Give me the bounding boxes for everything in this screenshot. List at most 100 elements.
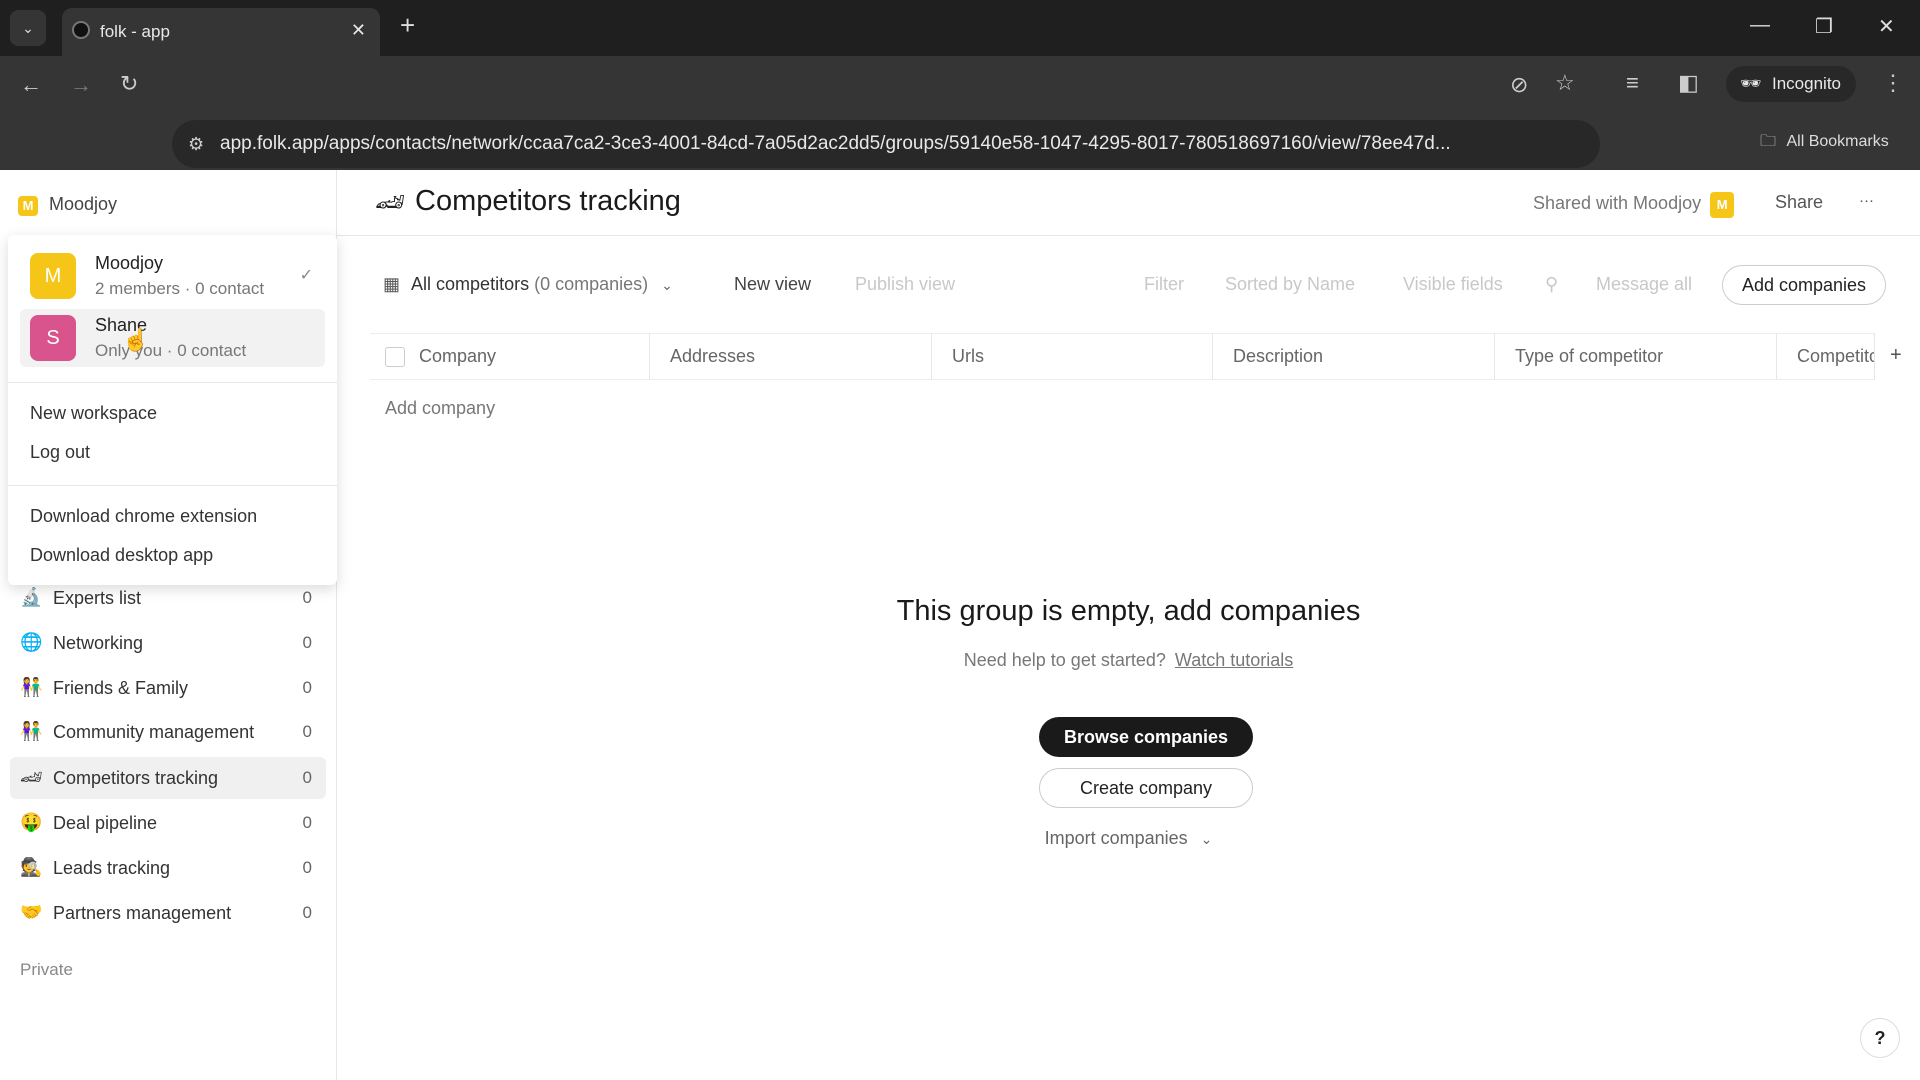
workspace-avatar: S	[30, 315, 76, 361]
view-selector[interactable]: ▦ All competitors (0 companies) ⌄	[383, 274, 673, 295]
sidebar-item-community-management[interactable]: 👫 Community management 0	[10, 711, 326, 753]
column-addresses[interactable]: Addresses	[650, 333, 932, 380]
minimize-icon[interactable]: —	[1750, 14, 1770, 37]
column-label: Company	[419, 346, 497, 366]
sidebar-item-label: Deal pipeline	[53, 813, 158, 833]
watch-tutorials-link[interactable]: Watch tutorials	[1175, 650, 1293, 670]
sidebar-item-label: Partners management	[53, 903, 232, 923]
message-all-button[interactable]: Message all	[1596, 274, 1692, 295]
help-text: Need help to get started?	[963, 650, 1166, 670]
create-company-button[interactable]: Create company	[1039, 768, 1253, 808]
download-desktop-item[interactable]: Download desktop app	[30, 545, 213, 566]
empty-state-help: Need help to get started? Watch tutorial…	[337, 650, 1920, 671]
back-icon[interactable]: ←	[20, 72, 42, 98]
sidebar-item-label: Leads tracking	[53, 858, 171, 878]
filter-button[interactable]: Filter	[1144, 274, 1184, 295]
workspace-menu: M Moodjoy 2 members · 0 contact ✓ S Shan…	[8, 235, 337, 585]
sidebar-item-competitors-tracking[interactable]: 🏎 Competitors tracking 0	[10, 757, 326, 799]
browser-tab[interactable]: folk - app ✕	[62, 8, 380, 56]
menu-dots-icon[interactable]: ⋮	[1882, 70, 1904, 96]
column-competitor[interactable]: Competito	[1777, 333, 1875, 380]
add-column-icon[interactable]: +	[1890, 344, 1902, 367]
all-bookmarks[interactable]: 🗀 All Bookmarks	[1760, 130, 1889, 157]
chevron-down-icon: ⌄	[661, 277, 673, 293]
sidebar-item-friends-family[interactable]: 👫 Friends & Family 0	[10, 667, 326, 709]
handshake-icon: 🤝	[20, 902, 43, 922]
sidebar-item-label: Friends & Family	[53, 678, 189, 698]
tab-title: folk - app	[100, 22, 170, 41]
sidebar-item-count: 0	[302, 903, 312, 922]
empty-state-title: This group is empty, add companies	[896, 595, 1361, 627]
new-tab-icon[interactable]: +	[400, 10, 415, 41]
column-label: Type of competitor	[1515, 346, 1664, 366]
workspace-option-shane[interactable]: S Shane Only you · 0 contact ☝	[20, 309, 325, 367]
incognito-badge[interactable]: 🕶 Incognito	[1726, 66, 1856, 102]
people-icon: 👫	[20, 721, 43, 741]
sidebar-item-label: Networking	[53, 633, 144, 653]
bookmark-star-icon[interactable]: ☆	[1555, 70, 1575, 96]
sidebar-item-label: Experts list	[53, 588, 142, 608]
sidebar-item-partners-management[interactable]: 🤝 Partners management 0	[10, 892, 326, 934]
log-out-item[interactable]: Log out	[30, 442, 90, 463]
column-urls[interactable]: Urls	[932, 333, 1213, 380]
visible-fields-button[interactable]: Visible fields	[1403, 274, 1503, 295]
search-icon[interactable]: ⚲	[1545, 274, 1558, 295]
sort-button[interactable]: Sorted by Name	[1225, 274, 1355, 295]
race-car-icon: 🏎	[20, 767, 43, 787]
column-type-of-competitor[interactable]: Type of competitor	[1495, 333, 1777, 380]
publish-view-button[interactable]: Publish view	[855, 274, 955, 295]
microscope-icon: 🔬	[20, 587, 43, 607]
add-company-row[interactable]: Add company	[385, 398, 495, 419]
table-icon: ▦	[383, 274, 401, 294]
column-description[interactable]: Description	[1213, 333, 1495, 380]
bookmarks-label: All Bookmarks	[1786, 133, 1889, 150]
address-bar[interactable]: ⚙ app.folk.app/apps/contacts/network/cca…	[172, 120, 1600, 168]
workspace-switcher[interactable]: M Moodjoy	[18, 194, 117, 216]
shared-with-label: Shared with Moodjoy	[1533, 193, 1702, 213]
side-panel-icon[interactable]: ◧	[1678, 70, 1699, 96]
menu-divider	[8, 382, 337, 383]
help-button[interactable]: ?	[1860, 1018, 1900, 1058]
shared-with[interactable]: Shared with Moodjoy M	[1533, 192, 1735, 218]
sidebar-item-deal-pipeline[interactable]: 🤑 Deal pipeline 0	[10, 802, 326, 844]
restore-icon[interactable]: ❐	[1815, 14, 1833, 39]
share-button[interactable]: Share	[1775, 192, 1823, 213]
chevron-down-icon: ⌄	[1200, 831, 1213, 847]
page-header: 🏎 Competitors tracking Shared with Moodj…	[337, 170, 1920, 236]
reload-icon[interactable]: ↻	[120, 71, 138, 97]
media-icon[interactable]: ≡	[1626, 70, 1639, 96]
sidebar-item-leads-tracking[interactable]: 🕵 Leads tracking 0	[10, 847, 326, 889]
view-name: All competitors	[411, 274, 530, 294]
column-label: Urls	[952, 346, 984, 366]
private-section-label: Private	[20, 960, 73, 979]
workspace-avatar: M	[30, 253, 76, 299]
workspace-subtitle: 2 members · 0 contact	[95, 279, 265, 298]
sidebar-item-networking[interactable]: 🌐 Networking 0	[10, 622, 326, 664]
close-tab-icon[interactable]: ✕	[351, 20, 366, 41]
add-companies-button[interactable]: Add companies	[1722, 265, 1886, 305]
column-label: Description	[1233, 346, 1324, 366]
sidebar-item-count: 0	[302, 768, 312, 787]
sidebar-item-count: 0	[302, 678, 312, 697]
tab-list-button[interactable]: ⌄	[10, 10, 46, 46]
new-workspace-item[interactable]: New workspace	[30, 403, 157, 424]
site-info-icon[interactable]: ⚙	[188, 120, 204, 168]
browser-toolbar: ← → ↻ ⚙ app.folk.app/apps/contacts/netwo…	[0, 56, 1920, 170]
eye-off-icon[interactable]: ⊘	[1510, 72, 1528, 98]
forward-icon[interactable]: →	[70, 72, 92, 98]
more-options-button[interactable]: ···	[1859, 192, 1874, 209]
workspace-name: Moodjoy	[49, 194, 118, 214]
browse-companies-button[interactable]: Browse companies	[1039, 717, 1253, 757]
download-extension-item[interactable]: Download chrome extension	[30, 506, 257, 527]
sidebar-item-label: Community management	[53, 722, 255, 742]
new-view-button[interactable]: New view	[734, 274, 811, 295]
cursor-hand-icon: ☝	[122, 327, 150, 352]
workspace-option-moodjoy[interactable]: M Moodjoy 2 members · 0 contact ✓	[20, 247, 325, 305]
import-companies-button[interactable]: Import companies ⌄	[337, 828, 1920, 849]
column-company[interactable]: Company	[370, 333, 650, 380]
sidebar-item-count: 0	[302, 813, 312, 832]
sidebar-item-count: 0	[302, 588, 312, 607]
select-all-checkbox[interactable]	[385, 347, 405, 367]
column-label: Addresses	[670, 346, 756, 366]
close-window-icon[interactable]: ✕	[1878, 14, 1895, 39]
